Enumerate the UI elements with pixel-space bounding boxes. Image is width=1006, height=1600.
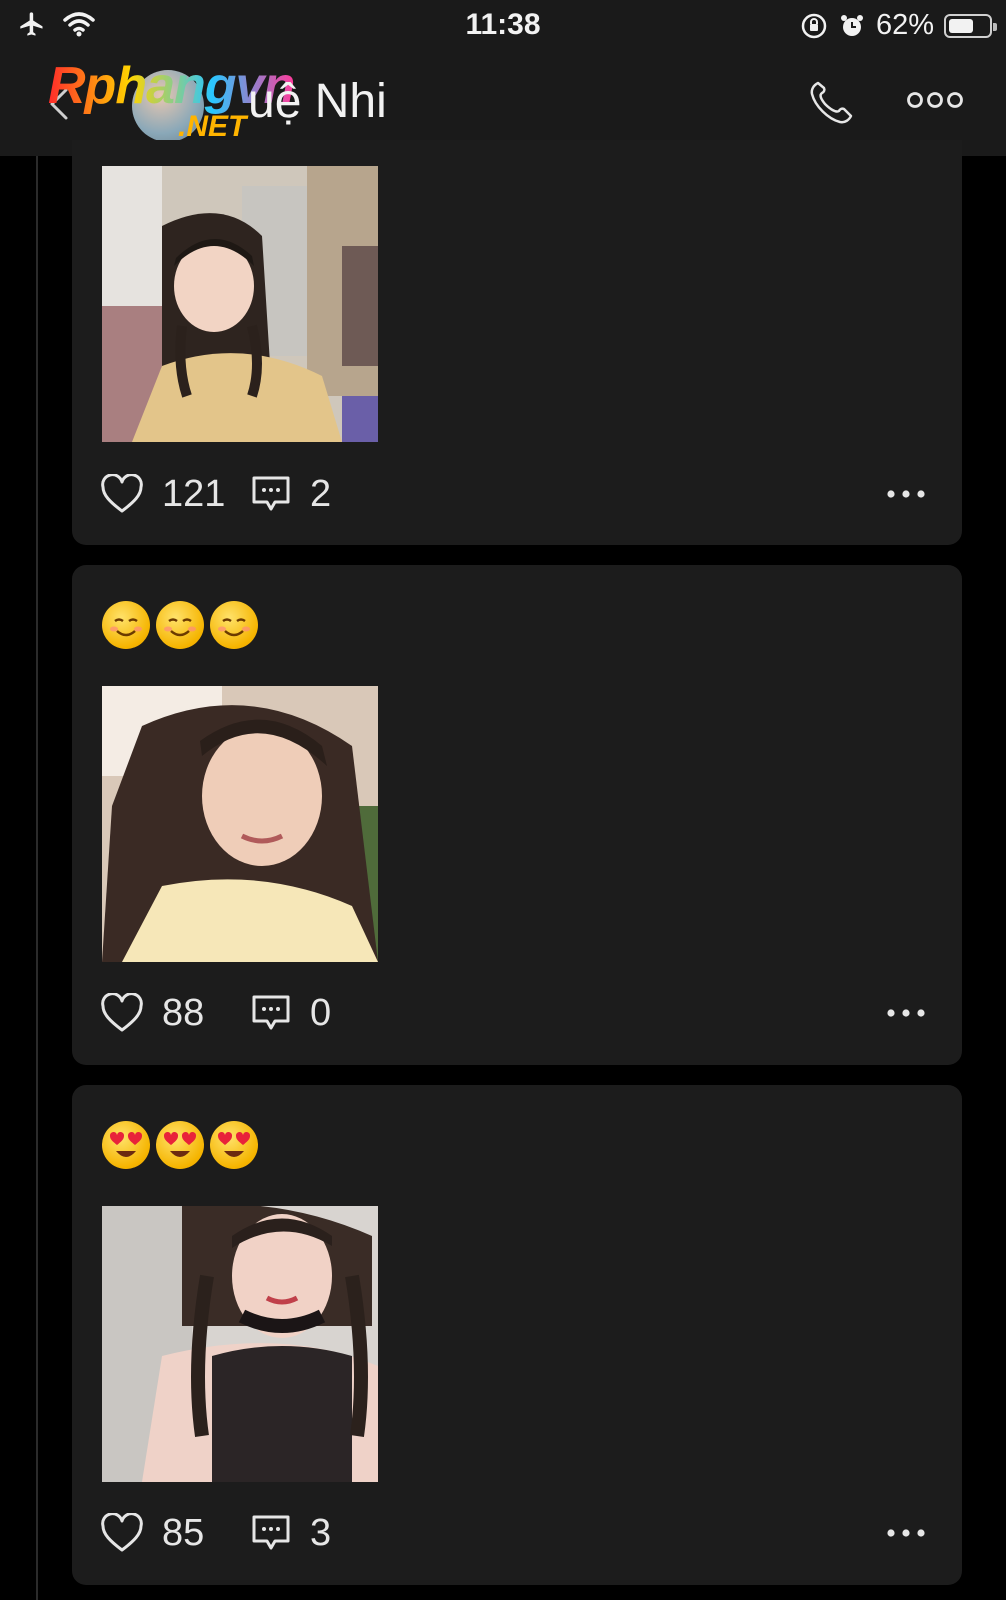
comment-button[interactable]: 2: [250, 473, 331, 516]
heart-eyes-emoji-icon: [102, 1121, 150, 1169]
comment-icon: [252, 1515, 290, 1550]
contact-name[interactable]: uệ Nhi: [248, 74, 387, 129]
like-count: 121: [162, 472, 226, 515]
like-button[interactable]: 88: [100, 992, 250, 1035]
battery-percent: 62%: [875, 9, 934, 41]
status-right: 62%: [800, 9, 997, 42]
smiling-face-emoji-icon: [156, 601, 204, 649]
heart-eyes-emoji-icon: [156, 1121, 204, 1169]
post-photo[interactable]: [102, 166, 378, 442]
heart-eyes-emoji-icon: [210, 1121, 258, 1169]
smiling-face-emoji-icon: [102, 601, 150, 649]
comment-count: 0: [310, 991, 332, 1034]
battery-tip: [993, 22, 997, 31]
post-card: 121 2: [72, 140, 962, 545]
alarm-icon: [840, 14, 863, 36]
comment-button[interactable]: 0: [250, 992, 331, 1035]
heart-icon: [101, 1513, 143, 1552]
like-count: 88: [162, 991, 205, 1034]
post-actions: 85 3: [100, 1511, 926, 1555]
post-options-icon[interactable]: [886, 489, 926, 499]
post-caption-emojis: [102, 601, 258, 649]
photo-selfie-braids: [102, 166, 378, 442]
post-photo[interactable]: [102, 686, 378, 962]
more-icon[interactable]: [906, 88, 964, 112]
post-actions: 121 2: [100, 472, 926, 516]
comment-icon: [252, 995, 290, 1030]
post-options-icon[interactable]: [886, 1528, 926, 1538]
post-photo[interactable]: [102, 1206, 378, 1482]
comment-button[interactable]: 3: [250, 1512, 331, 1555]
post-actions: 88 0: [100, 991, 926, 1035]
comment-count: 3: [310, 1511, 332, 1554]
timeline-line: [36, 156, 38, 1600]
like-count: 85: [162, 1511, 205, 1554]
battery-icon: [944, 13, 997, 38]
smiling-face-emoji-icon: [210, 601, 258, 649]
like-button[interactable]: 85: [100, 1512, 250, 1555]
battery-fill: [949, 18, 973, 33]
status-bar: 11:38 62%: [0, 0, 1006, 52]
heart-icon: [101, 993, 143, 1032]
post-card: 85 3: [72, 1085, 962, 1585]
post-caption-emojis: [102, 1121, 258, 1169]
phone-icon[interactable]: [806, 78, 856, 128]
like-button[interactable]: 121: [100, 473, 250, 516]
post-card: 88 0: [72, 565, 962, 1065]
heart-icon: [101, 474, 143, 513]
post-options-icon[interactable]: [886, 1008, 926, 1018]
rotation-lock-icon: [801, 13, 827, 38]
comment-count: 2: [310, 472, 332, 515]
watermark-logo-suffix: .NET: [178, 110, 247, 143]
comment-icon: [252, 476, 290, 511]
photo-selfie-long-hair: [102, 686, 378, 962]
photo-selfie-black-top: [102, 1206, 378, 1482]
